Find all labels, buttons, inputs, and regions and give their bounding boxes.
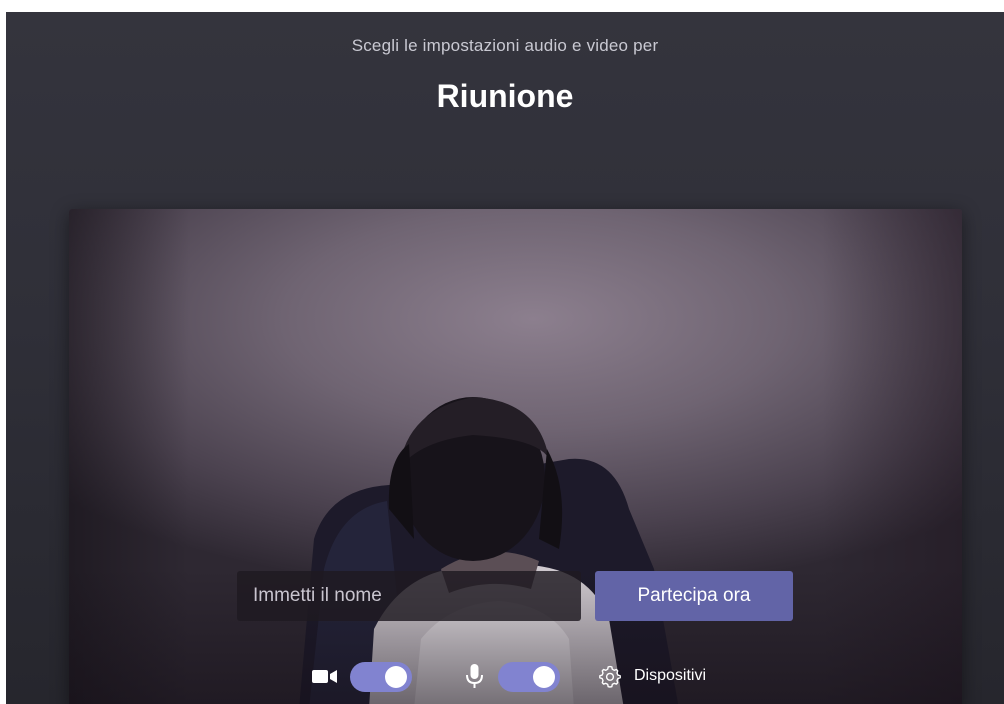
gear-icon	[599, 665, 621, 688]
media-controls: Dispositivi	[6, 660, 1004, 692]
devices-label: Dispositivi	[634, 667, 707, 684]
camera-toggle-knob	[385, 666, 407, 688]
video-camera-icon	[312, 664, 338, 688]
microphone-toggle[interactable]	[498, 662, 560, 692]
name-input[interactable]	[237, 571, 581, 621]
meeting-title: Riunione	[436, 78, 574, 114]
microphone-toggle-knob	[533, 666, 555, 688]
join-now-button[interactable]: Partecipa ora	[595, 571, 793, 621]
camera-toggle[interactable]	[350, 662, 412, 692]
camera-preview	[69, 209, 962, 704]
devices-button[interactable]: Dispositivi	[598, 660, 706, 692]
prejoin-screen: Scegli le impostazioni audio e video per…	[6, 12, 1004, 704]
microphone-icon	[462, 664, 488, 688]
prejoin-subtitle: Scegli le impostazioni audio e video per	[351, 36, 659, 55]
